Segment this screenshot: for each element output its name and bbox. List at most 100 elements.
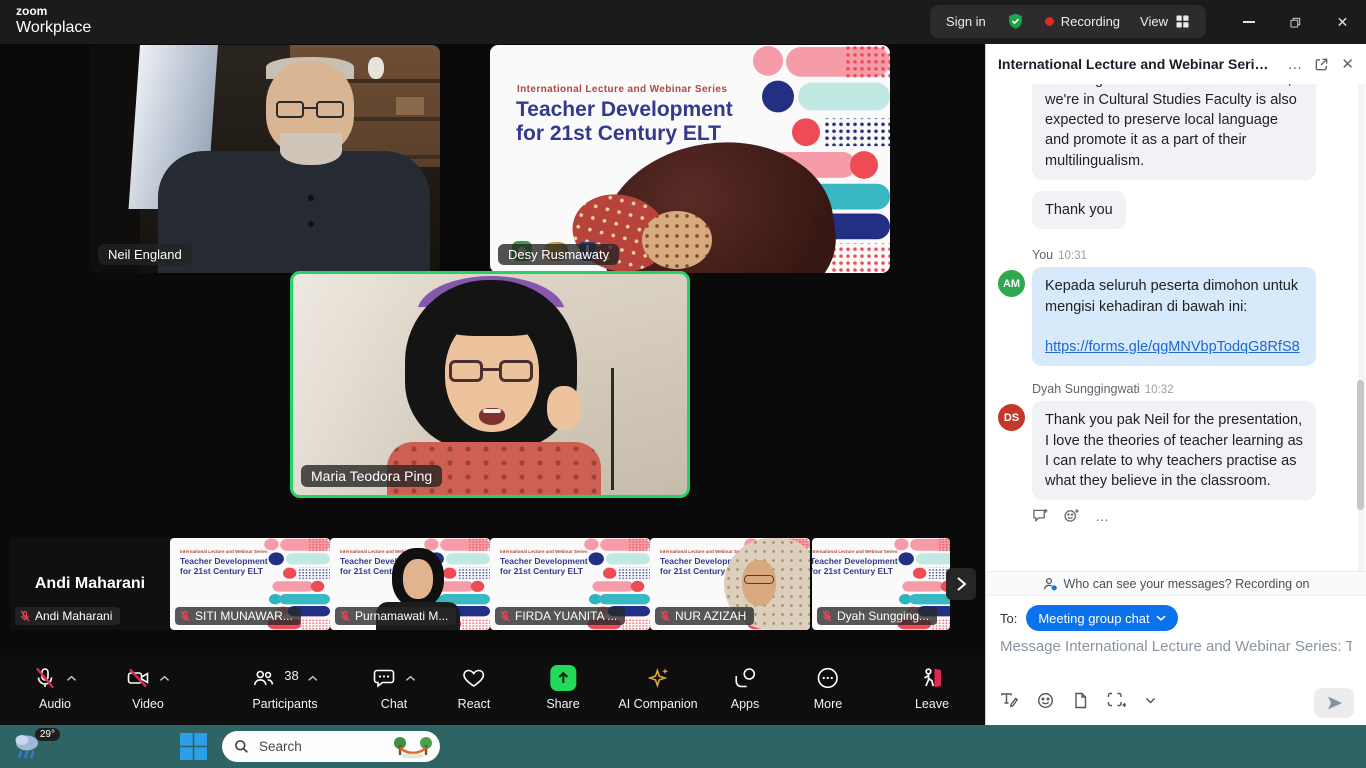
filmstrip-tile-purnamawati[interactable]: International Lecture and Webinar Series…	[330, 538, 490, 630]
chat-popout-button[interactable]	[1314, 57, 1329, 72]
sender-name: You	[1032, 248, 1053, 262]
privacy-notice[interactable]: Who can see your messages? Recording on	[986, 571, 1366, 596]
message-bubble: Thank you pak Neil for the presentation,…	[1032, 401, 1316, 500]
avatar: AM	[998, 270, 1025, 297]
chat-button[interactable]: Chat	[372, 665, 416, 711]
windows-logo-icon	[180, 733, 207, 760]
chat-close-button[interactable]: ✕	[1341, 55, 1354, 73]
mic-muted-icon	[179, 610, 191, 622]
participants-count: 38	[284, 668, 298, 683]
who-can-see-icon	[1043, 577, 1058, 591]
participants-button[interactable]: 38 Participants	[251, 665, 318, 711]
recipient-selector[interactable]: Meeting group chat	[1026, 605, 1177, 631]
more-button[interactable]: More	[814, 665, 842, 711]
leave-button[interactable]: Leave	[915, 665, 949, 711]
taskbar-search[interactable]: Search	[222, 731, 440, 762]
ai-companion-label: AI Companion	[618, 697, 697, 711]
chat-messages[interactable]: we should balance between encouraging EF…	[986, 84, 1356, 571]
filmstrip-tile-nur-azizah[interactable]: International Lecture and Webinar Series…	[650, 538, 810, 630]
apps-icon	[733, 666, 757, 690]
format-text-icon[interactable]	[1000, 692, 1018, 709]
compose-recipient-row: To: Meeting group chat	[1000, 605, 1178, 631]
minimize-button[interactable]	[1225, 0, 1272, 44]
screenshot-icon[interactable]	[1107, 692, 1126, 709]
chat-scrollbar-thumb[interactable]	[1357, 380, 1364, 510]
view-button[interactable]: View	[1140, 14, 1190, 29]
video-label: Video	[132, 697, 164, 711]
app-titlebar: zoom Workplace Sign in Recording View ✕	[0, 0, 1366, 44]
security-shield-icon[interactable]	[1006, 12, 1025, 31]
camera-muted-icon	[126, 666, 150, 690]
reply-icon[interactable]	[1032, 508, 1049, 523]
chat-header: International Lecture and Webinar Series…	[986, 44, 1366, 84]
message-actions: …	[1032, 508, 1356, 523]
video-tile-desy-rusmawaty[interactable]: International Lecture and Webinar Series…	[490, 45, 890, 273]
weather-temp: 29°	[35, 728, 60, 741]
logo-workplace-text: Workplace	[16, 20, 91, 36]
participants-options-caret[interactable]	[308, 675, 319, 682]
chat-options-caret[interactable]	[405, 675, 416, 682]
video-tile-maria-teodora-ping-active-speaker[interactable]: Maria Teodora Ping	[290, 271, 690, 498]
audio-options-caret[interactable]	[66, 675, 77, 682]
filmstrip-next-button[interactable]	[946, 568, 976, 600]
participant-nametag: Purnamawati M...	[335, 607, 456, 625]
ai-sparkle-icon	[646, 666, 670, 690]
participant-nametag: Neil England	[98, 244, 192, 265]
attendance-form-link[interactable]: https://forms.gle/qgMNVbpTodqG8RfS8	[1045, 337, 1303, 357]
message-bubble: we should balance between encouraging EF…	[1032, 84, 1316, 180]
share-button[interactable]: Share	[546, 665, 579, 711]
mic-muted-icon	[339, 610, 351, 622]
chat-message: Dyah Sunggingwati10:32 DS Thank you pak …	[998, 382, 1356, 523]
leave-label: Leave	[915, 697, 949, 711]
chat-more-button[interactable]: …	[1287, 56, 1302, 73]
search-icon	[234, 739, 249, 754]
share-label: Share	[546, 697, 579, 711]
message-time: 10:31	[1058, 250, 1087, 262]
popout-icon	[1314, 57, 1329, 72]
react-label: React	[458, 697, 491, 711]
start-button[interactable]	[180, 733, 207, 760]
message-more-button[interactable]: …	[1095, 512, 1109, 520]
message-bubble: Kepada seluruh peserta dimohon untuk men…	[1032, 267, 1316, 366]
search-highlight-hammock-icon	[392, 735, 434, 759]
titlebar-controls: Sign in Recording View	[930, 5, 1206, 38]
slide-series-text: International Lecture and Webinar Series	[517, 84, 727, 95]
attach-file-icon[interactable]	[1073, 692, 1088, 709]
filmstrip-tile-firda-yuanita[interactable]: International Lecture and Webinar Series…	[490, 538, 650, 630]
restore-button[interactable]	[1272, 0, 1319, 44]
sign-in-button[interactable]: Sign in	[946, 14, 986, 29]
video-tile-neil-england[interactable]: Neil England	[90, 45, 440, 273]
recording-dot-icon	[1045, 17, 1054, 26]
filmstrip-tile-dyah-sunggingwati[interactable]: International Lecture and Webinar Series…	[812, 538, 950, 630]
apps-button[interactable]: Apps	[731, 665, 760, 711]
heart-icon	[462, 666, 486, 690]
add-reaction-icon[interactable]	[1064, 508, 1080, 523]
participant-nametag: Dyah Sungging...	[817, 607, 937, 625]
compose-more-caret[interactable]	[1145, 697, 1156, 704]
video-button[interactable]: Video	[126, 665, 170, 711]
mic-muted-icon	[659, 610, 671, 622]
audio-button[interactable]: Audio	[33, 665, 77, 711]
message-bubble: Thank you	[1032, 191, 1126, 229]
mic-muted-icon	[821, 610, 833, 622]
weather-widget[interactable]: 29°	[12, 730, 60, 764]
send-message-button[interactable]	[1314, 688, 1354, 718]
chat-message: we should balance between encouraging EF…	[998, 84, 1356, 180]
filmstrip-tile-andi-maharani[interactable]: Andi Maharani Andi Maharani	[10, 538, 170, 630]
recording-indicator[interactable]: Recording	[1045, 14, 1120, 29]
filmstrip-tile-siti-munawar[interactable]: International Lecture and Webinar Series…	[170, 538, 330, 630]
mic-muted-icon	[33, 666, 57, 690]
chat-title: International Lecture and Webinar Series…	[998, 56, 1275, 72]
participant-nametag: Maria Teodora Ping	[301, 465, 442, 487]
chat-scrollbar[interactable]	[1358, 84, 1365, 571]
chat-panel: International Lecture and Webinar Series…	[985, 44, 1366, 725]
react-button[interactable]: React	[458, 665, 491, 711]
ai-companion-button[interactable]: AI Companion	[618, 665, 697, 711]
chat-message: You 10:31 AM Kepada seluruh peserta dimoh…	[998, 248, 1356, 366]
chat-bubble-icon	[372, 666, 396, 690]
emoji-icon[interactable]	[1037, 692, 1054, 709]
chat-message-input[interactable]	[1000, 638, 1352, 655]
to-label: To:	[1000, 611, 1017, 626]
close-window-button[interactable]: ✕	[1319, 0, 1366, 44]
video-options-caret[interactable]	[159, 675, 170, 682]
